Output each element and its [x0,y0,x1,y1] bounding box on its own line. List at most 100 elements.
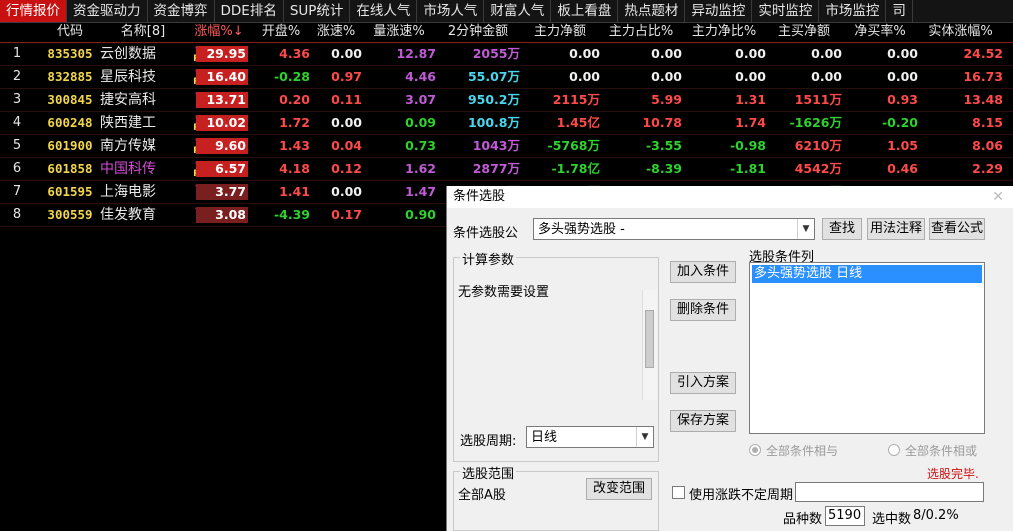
change-pct-value: 29.95 [196,46,248,62]
tab-0[interactable]: 行情报价 [0,0,67,22]
body-value: 8.15 [972,115,1003,130]
delete-condition-button[interactable]: 删除条件 [670,299,736,321]
radio-or[interactable]: 全部条件相或 [888,442,977,459]
tab-2[interactable]: 资金博弈 [148,0,215,22]
period-select[interactable]: 日线 ▼ [526,426,654,448]
share-value: 0.00 [651,46,682,61]
dialog-title: 条件选股 [447,186,1013,208]
change-pct-cell: •R16.40 [186,66,252,88]
use-limit-checkbox[interactable] [672,486,685,499]
rate-value: 0.00 [887,69,918,84]
find-button[interactable]: 查找 [822,218,862,240]
body-value: 2.29 [972,161,1003,176]
chevron-down-icon[interactable]: ▼ [797,219,814,239]
table-row[interactable]: 5 601900 南方传媒 •R9.60 1.43 0.04 0.73 1043万 -5768万… [0,135,1013,158]
table-row[interactable]: 4 600248 陕西建工 •R10.02 1.72 0.00 0.09 100.8万 1.45… [0,112,1013,135]
column-header[interactable]: 主力净额 [520,22,600,42]
table-row[interactable]: 1 835305 云创数据 •R29.95 4.36 0.00 12.87 2055万 0.00… [0,43,1013,66]
view-formula-button[interactable]: 查看公式 [929,218,985,240]
table-row[interactable]: 6 601858 中国科传 •R6.57 4.18 0.12 1.62 2877万 -1.78亿… [0,158,1013,181]
table-row[interactable]: 3 300845 捷安高科 •13.71 0.20 0.11 3.07 950.2万 2115万… [0,89,1013,112]
ratio-value: 1.31 [735,92,766,107]
spd-value: 0.00 [331,184,362,199]
column-header[interactable]: 量涨速% [362,22,436,42]
tab-6[interactable]: 市场人气 [417,0,485,22]
change-pct-value: 13.71 [196,92,248,108]
vol-value: 0.09 [405,115,436,130]
open-value: 0.20 [279,92,310,107]
table-row[interactable]: 2 832885 星辰科技 •R16.40 -0.28 0.97 4.46 55.07万 0.0… [0,66,1013,89]
radio-and-indicator[interactable] [749,444,761,456]
close-icon[interactable]: ✕ [992,186,1004,208]
body-value: 24.52 [963,46,1003,61]
buy-value: 0.00 [811,46,842,61]
radio-and[interactable]: 全部条件相与 [749,442,838,459]
change-pct-cell: •R6.57 [186,158,252,180]
add-condition-button[interactable]: 加入条件 [670,261,736,283]
buy-value: 1511万 [794,92,842,107]
stock-name: 云创数据 [100,46,156,62]
ratio-value: 0.00 [735,46,766,61]
column-header[interactable]: 名称[8] [100,22,186,42]
column-header[interactable]: 涨速% [310,22,362,42]
tab-9[interactable]: 热点题材 [618,0,686,22]
amt2-value: 950.2万 [467,92,520,107]
change-pct-cell: •R29.95 [186,43,252,65]
net-value: 0.00 [569,69,600,84]
amt2-value: 100.8万 [467,115,520,130]
condition-list-item[interactable]: 多头强势选股 日线 [752,265,982,283]
condition-list[interactable]: 多头强势选股 日线 [749,262,985,434]
change-pct-value: 16.40 [196,69,248,85]
tab-1[interactable]: 资金驱动力 [67,0,148,22]
tab-10[interactable]: 异动监控 [685,0,753,22]
stock-code: 832885 [47,69,93,84]
tab-8[interactable]: 板上看盘 [551,0,619,22]
save-plan-button[interactable]: 保存方案 [670,410,736,432]
scroll-thumb[interactable] [645,310,654,368]
spd-value: 0.11 [331,92,362,107]
column-header[interactable]: 代码 [40,22,100,42]
column-header[interactable]: 主力净比% [682,22,766,42]
stock-code: 835305 [47,46,93,61]
column-header[interactable]: 2分钟金额 [436,22,520,42]
tab-11[interactable]: 实时监控 [752,0,820,22]
tab-13[interactable]: 司 [886,0,913,22]
vol-value: 1.62 [405,161,436,176]
tab-4[interactable]: SUP统计 [284,0,351,22]
formula-label: 条件选股公 [453,226,519,241]
count-label: 品种数 [783,512,823,527]
tab-7[interactable]: 财富人气 [484,0,552,22]
radio-or-indicator[interactable] [888,444,900,456]
use-limit-field[interactable] [795,482,984,502]
formula-select[interactable]: 多头强势选股 - ▼ [533,218,815,240]
buy-value: -1626万 [789,115,842,130]
selected-value: 8/0.2% [913,508,959,523]
ratio-value: 0.00 [735,69,766,84]
buy-value: 6210万 [794,138,842,153]
column-header[interactable]: 主买净额 [766,22,842,42]
chevron-down-icon[interactable]: ▼ [636,427,653,447]
selected-label: 选中数 [872,512,912,527]
tab-5[interactable]: 在线人气 [350,0,418,22]
usage-notes-button[interactable]: 用法注释 [867,218,925,240]
row-index: 3 [12,92,22,107]
column-header[interactable]: 开盘% [252,22,310,42]
open-value: 1.72 [279,115,310,130]
radio-or-label: 全部条件相或 [905,444,978,458]
change-range-button[interactable]: 改变范围 [586,478,652,500]
column-header[interactable]: 净买率% [842,22,918,42]
net-value: 1.45亿 [556,115,600,130]
import-plan-button[interactable]: 引入方案 [670,372,736,394]
tab-12[interactable]: 市场监控 [819,0,887,22]
change-pct-cell: •R10.02 [186,112,252,134]
spd-value: 0.97 [331,69,362,84]
column-header[interactable]: 主力占比% [600,22,682,42]
params-scrollbar[interactable] [642,290,657,400]
tab-3[interactable]: DDE排名 [215,0,284,22]
open-value: 4.36 [279,46,310,61]
column-header[interactable]: 涨幅%↓ [186,22,252,42]
stock-name: 上海电影 [100,184,156,200]
amt2-value: 2055万 [472,46,520,61]
stock-name: 南方传媒 [100,138,156,154]
column-header[interactable]: 实体涨幅% [918,22,1003,42]
